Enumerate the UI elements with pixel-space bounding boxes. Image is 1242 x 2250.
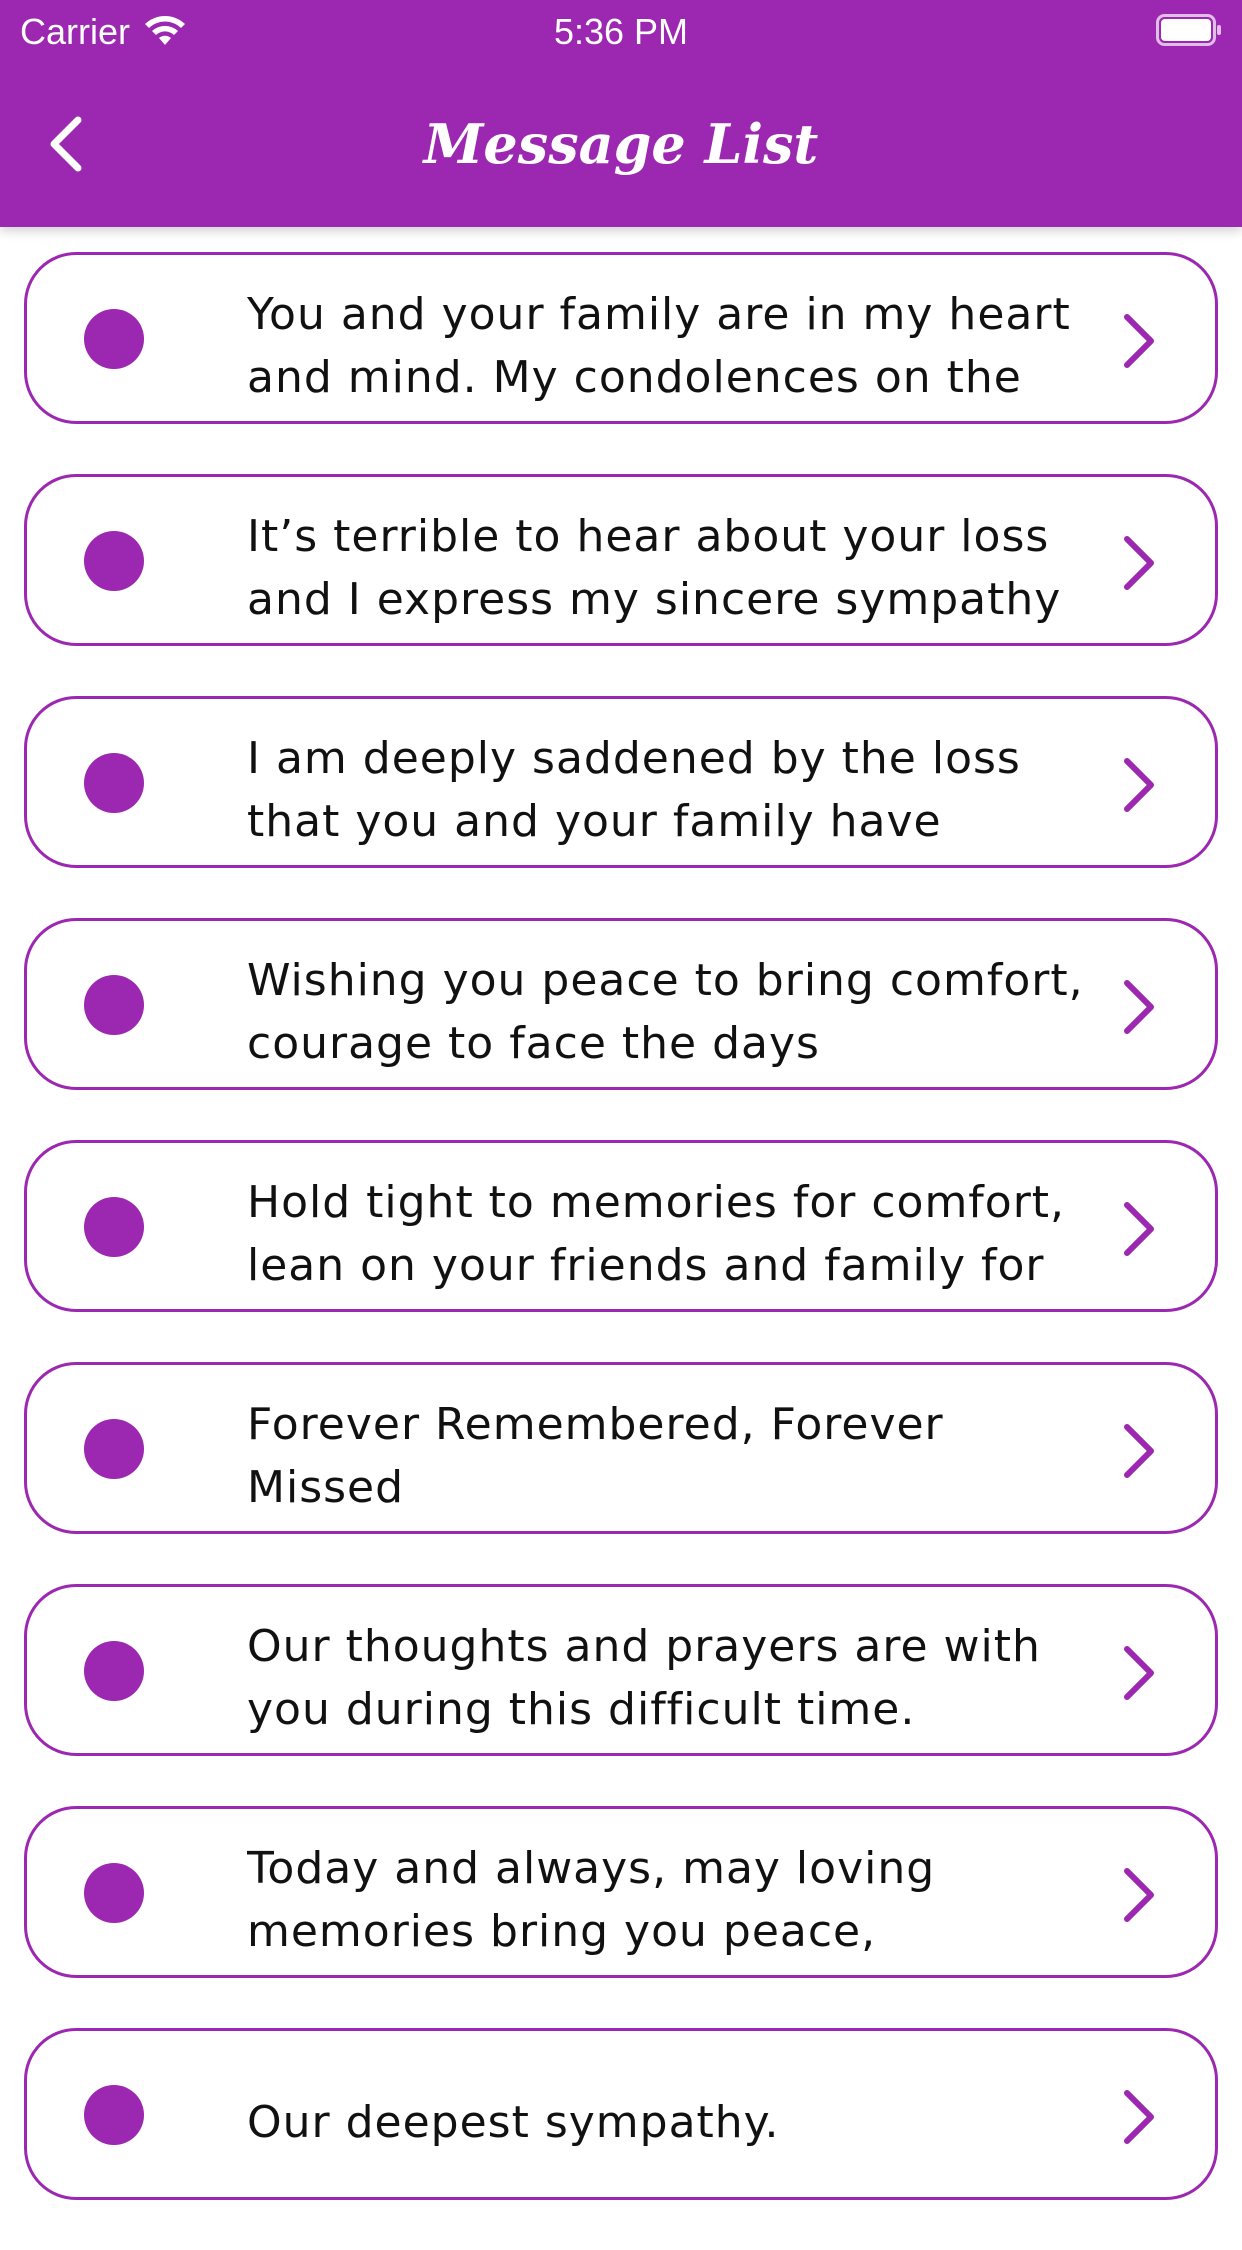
navigation-bar: Carrier 5:36 PM Message List [0, 0, 1242, 227]
message-text-container: Hold tight to memories for comfort, lean… [247, 1171, 1107, 1297]
chevron-right-icon [1124, 1868, 1154, 1922]
bullet-dot-icon [84, 2085, 144, 2145]
bullet-dot-icon [84, 531, 144, 591]
message-text: Today and always, may loving memories br… [247, 1843, 936, 1957]
message-list-item[interactable]: It’s terrible to hear about your loss an… [24, 474, 1218, 646]
bullet-dot-icon [84, 1863, 144, 1923]
message-list-item[interactable]: You and your family are in my heart and … [24, 252, 1218, 424]
message-list-item[interactable]: Our thoughts and prayers are with you du… [24, 1584, 1218, 1756]
message-text-container: Today and always, may loving memories br… [247, 1837, 1107, 1963]
message-list-item[interactable]: I am deeply saddened by the loss that yo… [24, 696, 1218, 868]
bullet-dot-icon [84, 309, 144, 369]
message-text: It’s terrible to hear about your loss an… [247, 511, 1062, 625]
message-text: Forever Remembered, Forever Missed [247, 1399, 944, 1513]
chevron-right-icon [1124, 1424, 1154, 1478]
bullet-dot-icon [84, 1419, 144, 1479]
bullet-dot-icon [84, 1641, 144, 1701]
chevron-right-icon [1124, 758, 1154, 812]
chevron-right-icon [1124, 980, 1154, 1034]
bullet-dot-icon [84, 753, 144, 813]
message-text-container: Our thoughts and prayers are with you du… [247, 1615, 1107, 1741]
message-text: Wishing you peace to bring comfort, cour… [247, 955, 1084, 1069]
status-bar: Carrier 5:36 PM [0, 0, 1242, 60]
message-text: You and your family are in my heart and … [247, 289, 1071, 403]
message-text-container: Wishing you peace to bring comfort, cour… [247, 949, 1107, 1075]
message-list-item[interactable]: Today and always, may loving memories br… [24, 1806, 1218, 1978]
message-text-container: Our deepest sympathy. [247, 2059, 1107, 2185]
chevron-right-icon [1124, 314, 1154, 368]
chevron-right-icon [1124, 1646, 1154, 1700]
message-text: Our deepest sympathy. [247, 2096, 780, 2148]
bullet-dot-icon [84, 975, 144, 1035]
chevron-right-icon [1124, 1202, 1154, 1256]
message-text: I am deeply saddened by the loss that yo… [247, 733, 1021, 847]
chevron-right-icon [1124, 2090, 1154, 2144]
message-list-item[interactable]: Our deepest sympathy. [24, 2028, 1218, 2200]
bullet-dot-icon [84, 1197, 144, 1257]
message-text: Hold tight to memories for comfort, lean… [247, 1177, 1066, 1291]
message-list-item[interactable]: Forever Remembered, Forever Missed [24, 1362, 1218, 1534]
page-title: Message List [423, 112, 819, 176]
message-text-container: Forever Remembered, Forever Missed [247, 1393, 1107, 1519]
battery-full-icon [1156, 14, 1221, 46]
message-text: Our thoughts and prayers are with you du… [247, 1621, 1041, 1735]
message-list-item[interactable]: Hold tight to memories for comfort, lean… [24, 1140, 1218, 1312]
message-text-container: You and your family are in my heart and … [247, 283, 1107, 409]
message-list-item[interactable]: Wishing you peace to bring comfort, cour… [24, 918, 1218, 1090]
message-text-container: I am deeply saddened by the loss that yo… [247, 727, 1107, 853]
message-text-container: It’s terrible to hear about your loss an… [247, 505, 1107, 631]
message-list: You and your family are in my heart and … [24, 252, 1218, 2250]
chevron-right-icon [1124, 536, 1154, 590]
status-time: 5:36 PM [553, 11, 689, 52]
